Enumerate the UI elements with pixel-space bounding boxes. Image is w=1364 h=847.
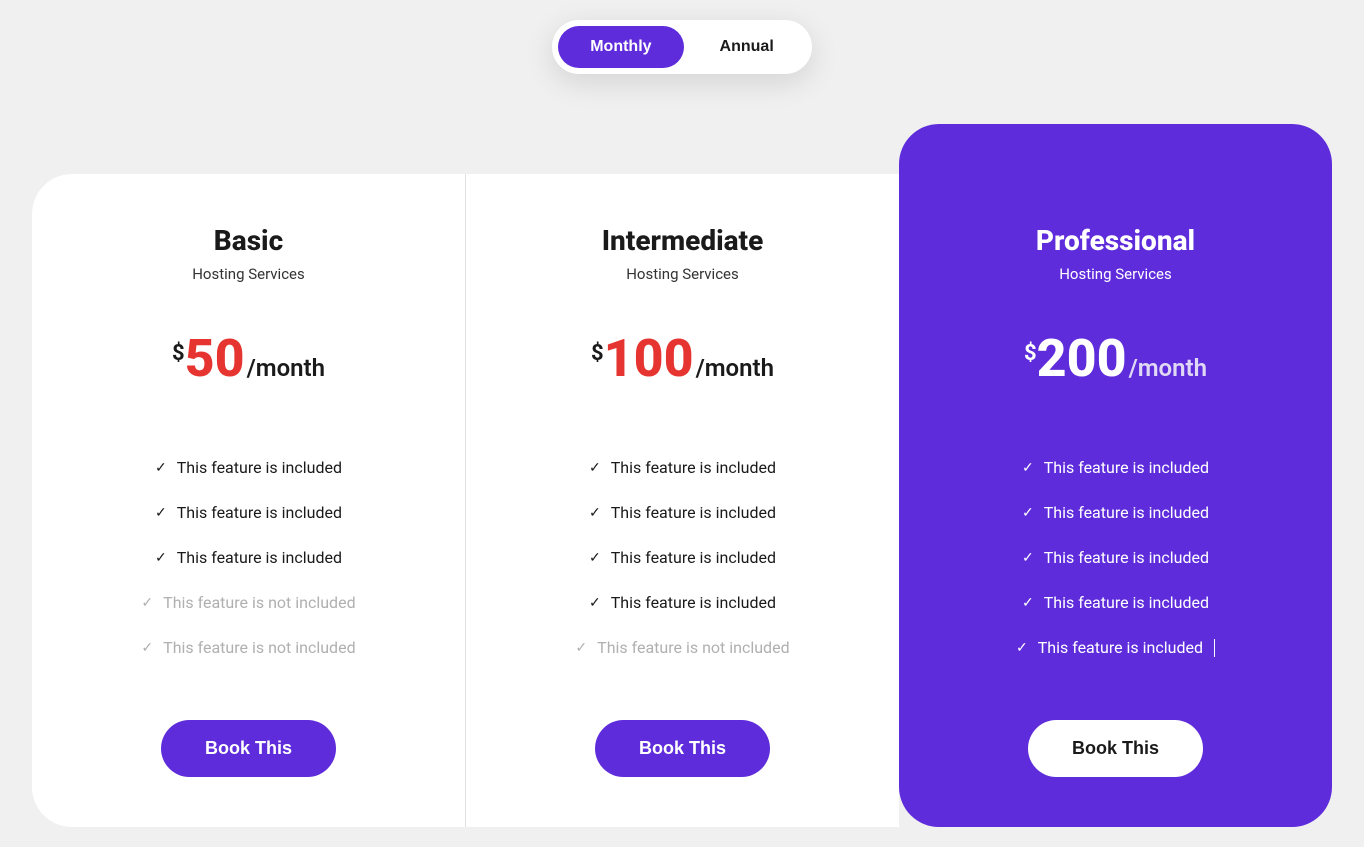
price-row: $ 50 /month [72, 333, 425, 385]
feature-text: This feature is not included [163, 593, 355, 612]
price-value: 50 [185, 333, 245, 385]
feature-item: ✓ This feature is included [72, 535, 425, 580]
monthly-toggle-button[interactable]: Monthly [558, 26, 683, 68]
feature-item: ✓ This feature is included [939, 535, 1292, 580]
feature-item-disabled: ✓ This feature is not included [72, 625, 425, 670]
book-button-professional[interactable]: Book This [1028, 720, 1203, 777]
check-icon: ✓ [141, 640, 153, 656]
feature-item: ✓ This feature is included [506, 445, 859, 490]
check-icon: ✓ [589, 505, 601, 521]
currency-symbol: $ [591, 341, 604, 366]
annual-toggle-button[interactable]: Annual [688, 26, 806, 68]
text-cursor [1214, 639, 1215, 657]
plan-title: Basic [72, 224, 425, 257]
feature-text: This feature is included [611, 458, 776, 477]
feature-list: ✓ This feature is included ✓ This feature … [506, 445, 859, 670]
feature-list: ✓ This feature is included ✓ This feature … [939, 445, 1292, 670]
price-period: /month [247, 354, 325, 382]
price-period: /month [1129, 354, 1207, 382]
feature-list: ✓ This feature is included ✓ This feature … [72, 445, 425, 670]
feature-text: This feature is included [611, 503, 776, 522]
feature-text: This feature is included [177, 503, 342, 522]
plan-subtitle: Hosting Services [72, 265, 425, 283]
feature-item: ✓ This feature is included [939, 580, 1292, 625]
feature-text: This feature is included [1044, 503, 1209, 522]
check-icon: ✓ [575, 640, 587, 656]
billing-toggle-container: Monthly Annual [20, 20, 1344, 74]
feature-text: This feature is included [611, 548, 776, 567]
check-icon: ✓ [155, 505, 167, 521]
plan-professional: Professional Hosting Services $ 200 /mon… [899, 124, 1332, 827]
feature-item: ✓ This feature is included [72, 445, 425, 490]
check-icon: ✓ [1022, 505, 1034, 521]
check-icon: ✓ [589, 460, 601, 476]
feature-text: This feature is included [177, 548, 342, 567]
check-icon: ✓ [1016, 640, 1028, 656]
feature-item: ✓ This feature is included [506, 535, 859, 580]
feature-text: This feature is not included [163, 638, 355, 657]
feature-text: This feature is included [1044, 593, 1209, 612]
price-row: $ 200 /month [939, 333, 1292, 385]
check-icon: ✓ [155, 460, 167, 476]
check-icon: ✓ [589, 550, 601, 566]
price-row: $ 100 /month [506, 333, 859, 385]
price-period: /month [696, 354, 774, 382]
check-icon: ✓ [1022, 595, 1034, 611]
billing-toggle: Monthly Annual [552, 20, 812, 74]
book-button-basic[interactable]: Book This [161, 720, 336, 777]
feature-text: This feature is included [611, 593, 776, 612]
feature-text: This feature is included [1038, 638, 1203, 657]
feature-item: ✓ This feature is included [72, 490, 425, 535]
feature-item-disabled: ✓ This feature is not included [72, 580, 425, 625]
feature-text: This feature is included [1044, 458, 1209, 477]
price-value: 100 [604, 333, 694, 385]
feature-item: ✓ This feature is included [939, 445, 1292, 490]
check-icon: ✓ [141, 595, 153, 611]
feature-item-disabled: ✓ This feature is not included [506, 625, 859, 670]
check-icon: ✓ [1022, 460, 1034, 476]
plan-subtitle: Hosting Services [506, 265, 859, 283]
feature-text: This feature is included [1044, 548, 1209, 567]
plan-basic: Basic Hosting Services $ 50 /month ✓ This… [32, 174, 466, 827]
plan-title: Professional [939, 224, 1292, 257]
book-button-intermediate[interactable]: Book This [595, 720, 770, 777]
currency-symbol: $ [172, 341, 185, 366]
check-icon: ✓ [589, 595, 601, 611]
feature-item: ✓ This feature is included [939, 625, 1292, 670]
feature-item: ✓ This feature is included [506, 580, 859, 625]
check-icon: ✓ [155, 550, 167, 566]
check-icon: ✓ [1022, 550, 1034, 566]
plan-title: Intermediate [506, 224, 859, 257]
pricing-container: Basic Hosting Services $ 50 /month ✓ This… [32, 124, 1332, 827]
feature-text: This feature is included [177, 458, 342, 477]
feature-item: ✓ This feature is included [506, 490, 859, 535]
plan-subtitle: Hosting Services [939, 265, 1292, 283]
feature-item: ✓ This feature is included [939, 490, 1292, 535]
price-value: 200 [1037, 333, 1127, 385]
plan-intermediate: Intermediate Hosting Services $ 100 /mon… [466, 174, 899, 827]
currency-symbol: $ [1024, 341, 1037, 366]
feature-text: This feature is not included [597, 638, 789, 657]
